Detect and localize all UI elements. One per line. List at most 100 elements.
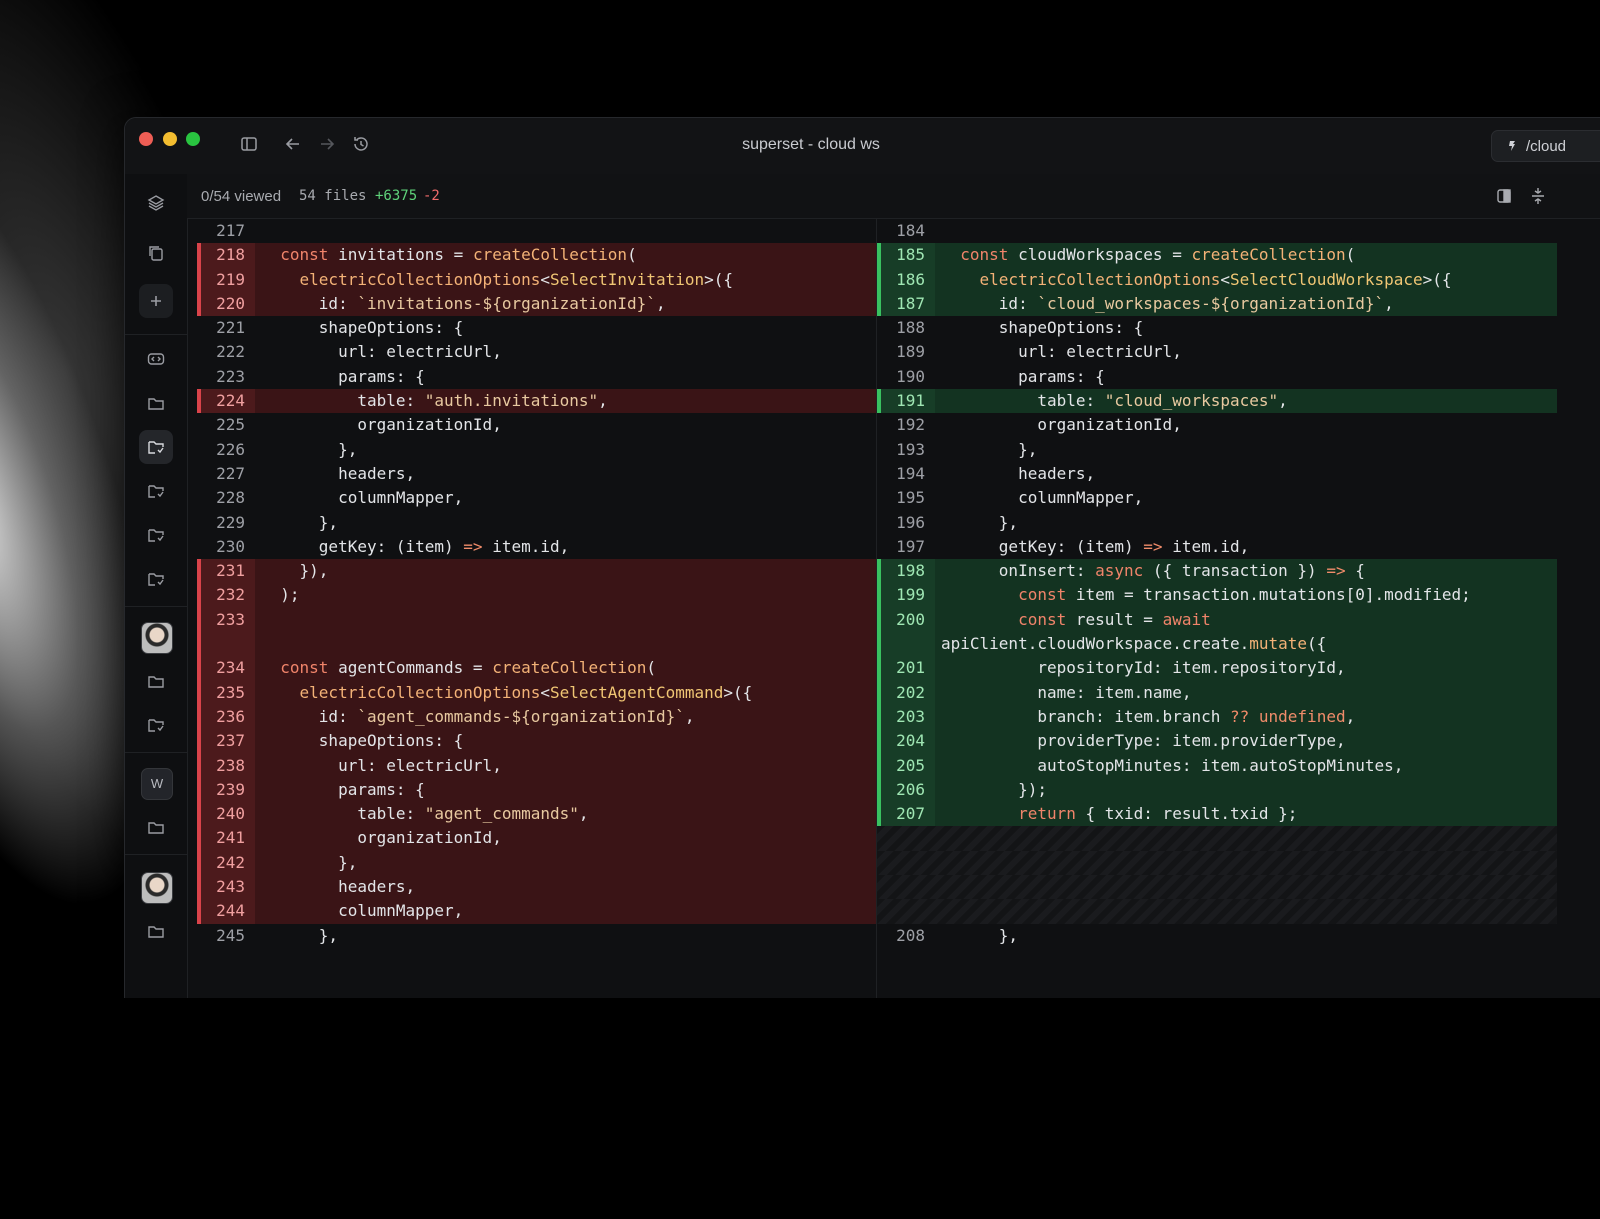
folder-icon[interactable] bbox=[139, 914, 173, 948]
diff-line[interactable]: 201 repositoryId: item.repositoryId, bbox=[877, 656, 1557, 681]
line-number: 194 bbox=[896, 463, 925, 483]
diff-line[interactable]: 241 organizationId, bbox=[197, 826, 876, 851]
diff-line[interactable]: 187 id: `cloud_workspaces-${organization… bbox=[877, 291, 1557, 317]
file-sync-icon[interactable] bbox=[139, 518, 173, 552]
plus-icon[interactable] bbox=[139, 284, 173, 318]
diff-line[interactable]: 244 columnMapper, bbox=[197, 899, 876, 924]
diff-line[interactable]: 208 }, bbox=[877, 924, 1557, 948]
avatar[interactable] bbox=[141, 872, 173, 904]
diff-line[interactable] bbox=[877, 850, 1557, 876]
diff-line[interactable]: 194 headers, bbox=[877, 462, 1557, 486]
split-view-icon[interactable] bbox=[1495, 187, 1513, 205]
file-sync-icon[interactable] bbox=[139, 474, 173, 508]
diff-line[interactable]: apiClient.cloudWorkspace.create.mutate({ bbox=[877, 632, 1557, 657]
line-number: 241 bbox=[197, 826, 255, 851]
line-number: 227 bbox=[216, 463, 245, 483]
copy-icon[interactable] bbox=[139, 236, 173, 270]
file-sync-icon[interactable] bbox=[139, 430, 173, 464]
diff-line[interactable]: 186 electricCollectionOptions<SelectClou… bbox=[877, 267, 1557, 292]
collapse-icon[interactable] bbox=[1529, 187, 1547, 205]
folder-icon[interactable] bbox=[139, 810, 173, 844]
diff-line[interactable]: 202 name: item.name, bbox=[877, 680, 1557, 705]
diff-line[interactable]: 225 organizationId, bbox=[197, 413, 876, 437]
diff-line[interactable]: 223 params: { bbox=[197, 365, 876, 389]
diff-line[interactable]: 190 params: { bbox=[877, 365, 1557, 389]
diff-line[interactable]: 236 id: `agent_commands-${organizationId… bbox=[197, 704, 876, 730]
diff-line[interactable]: 197 getKey: (item) => item.id, bbox=[877, 535, 1557, 559]
diff-line[interactable]: 235 electricCollectionOptions<SelectAgen… bbox=[197, 680, 876, 705]
code-text: shapeOptions: { bbox=[261, 731, 464, 751]
diff-line[interactable]: 200 const result = await bbox=[877, 607, 1557, 633]
line-number: 244 bbox=[197, 899, 255, 924]
diff-line[interactable]: 227 headers, bbox=[197, 462, 876, 486]
code-text: }); bbox=[941, 779, 1047, 799]
diff-line[interactable]: 206 }); bbox=[877, 777, 1557, 803]
diff-line[interactable]: 188 shapeOptions: { bbox=[877, 316, 1557, 340]
code-text: const invitations = createCollection( bbox=[280, 245, 637, 265]
diff-line[interactable]: 217 bbox=[197, 219, 876, 243]
diff-line[interactable]: 192 organizationId, bbox=[877, 413, 1557, 437]
diff-line[interactable]: 198 onInsert: async ({ transaction }) =>… bbox=[877, 559, 1557, 584]
diff-line[interactable] bbox=[877, 899, 1557, 924]
workspace-avatar[interactable]: W bbox=[141, 768, 173, 800]
diff-line[interactable]: 229 }, bbox=[197, 511, 876, 535]
diff-line[interactable]: 245 }, bbox=[197, 924, 876, 948]
code-text: }, bbox=[941, 925, 1019, 945]
code-text: const item = transaction.mutations[0].mo… bbox=[1018, 585, 1471, 605]
diff-line[interactable]: 243 headers, bbox=[197, 875, 876, 900]
diff-line[interactable]: 220 id: `invitations-${organizationId}`, bbox=[197, 291, 876, 317]
diff-line[interactable]: 218 const invitations = createCollection… bbox=[197, 243, 876, 268]
diff-line[interactable] bbox=[877, 826, 1557, 851]
diff-line[interactable]: 232 ); bbox=[197, 583, 876, 608]
diff-line[interactable]: 226 }, bbox=[197, 438, 876, 462]
diff-line[interactable]: 204 providerType: item.providerType, bbox=[877, 729, 1557, 754]
diff-line[interactable] bbox=[877, 875, 1557, 900]
diff-line[interactable]: 239 params: { bbox=[197, 777, 876, 803]
file-sync-icon[interactable] bbox=[139, 562, 173, 596]
file-sync-icon[interactable] bbox=[139, 708, 173, 742]
diff-line[interactable]: 242 }, bbox=[197, 850, 876, 876]
code-text: const result = await bbox=[1018, 609, 1211, 629]
avatar[interactable] bbox=[141, 622, 173, 654]
line-number: 193 bbox=[896, 439, 925, 459]
code-text: organizationId, bbox=[261, 828, 502, 848]
diff-line[interactable]: 219 electricCollectionOptions<SelectInvi… bbox=[197, 267, 876, 292]
diff-line[interactable]: 224 table: "auth.invitations", bbox=[197, 389, 876, 414]
folder-icon[interactable] bbox=[139, 664, 173, 698]
diff-line[interactable]: 234 const agentCommands = createCollecti… bbox=[197, 656, 876, 681]
diff-line[interactable]: 199 const item = transaction.mutations[0… bbox=[877, 583, 1557, 608]
window-title: superset - cloud ws bbox=[742, 136, 880, 153]
diff-line[interactable]: 238 url: electricUrl, bbox=[197, 753, 876, 778]
diff-line[interactable]: 196 }, bbox=[877, 511, 1557, 535]
line-number: 198 bbox=[877, 559, 935, 584]
diff-line[interactable]: 231 }), bbox=[197, 559, 876, 584]
diff-line[interactable]: 221 shapeOptions: { bbox=[197, 316, 876, 340]
diff-toolbar: 0/54 viewed 54 files +6375 -2 bbox=[187, 174, 1600, 219]
folder-icon[interactable] bbox=[139, 386, 173, 420]
diff-line[interactable]: 189 url: electricUrl, bbox=[877, 340, 1557, 364]
diff-line[interactable]: 205 autoStopMinutes: item.autoStopMinute… bbox=[877, 753, 1557, 778]
diff-line[interactable]: 240 table: "agent_commands", bbox=[197, 802, 876, 827]
diff-line[interactable]: 237 shapeOptions: { bbox=[197, 729, 876, 754]
diff-line[interactable]: 222 url: electricUrl, bbox=[197, 340, 876, 364]
diff-line[interactable]: 228 columnMapper, bbox=[197, 486, 876, 510]
diff-line[interactable]: 191 table: "cloud_workspaces", bbox=[877, 389, 1557, 414]
path-selector[interactable]: /cloud bbox=[1491, 130, 1600, 162]
code-text: }, bbox=[941, 512, 1019, 532]
diff-line[interactable]: 207 return { txid: result.txid }; bbox=[877, 802, 1557, 827]
diff-line[interactable]: 184 bbox=[877, 219, 1557, 243]
diff-line[interactable] bbox=[197, 632, 876, 657]
diff-line[interactable]: 195 columnMapper, bbox=[877, 486, 1557, 510]
layers-icon[interactable] bbox=[139, 186, 173, 220]
diff-line[interactable]: 203 branch: item.branch ?? undefined, bbox=[877, 704, 1557, 730]
diff-pane-old: 217 218 const invitations = createCollect… bbox=[197, 219, 876, 998]
diff-line[interactable]: 193 }, bbox=[877, 438, 1557, 462]
code-text: table: "auth.invitations", bbox=[261, 391, 608, 411]
diff-line[interactable]: 185 const cloudWorkspaces = createCollec… bbox=[877, 243, 1557, 268]
diff-line[interactable]: 233 bbox=[197, 607, 876, 633]
code-icon[interactable] bbox=[139, 342, 173, 376]
diff-line[interactable]: 230 getKey: (item) => item.id, bbox=[197, 535, 876, 559]
